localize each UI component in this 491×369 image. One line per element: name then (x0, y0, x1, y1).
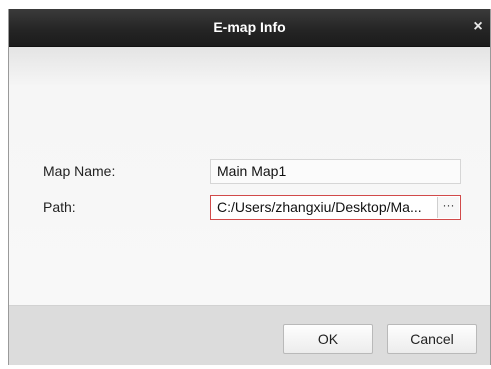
map-name-input[interactable]: Main Map1 (210, 159, 461, 184)
path-value: C:/Users/zhangxiu/Desktop/Ma... (217, 199, 422, 215)
dialog-title: E-map Info (213, 19, 286, 35)
path-label: Path: (43, 199, 76, 215)
close-icon[interactable]: × (470, 18, 486, 36)
dialog-body: Map Name: Main Map1 Path: C:/Users/zhang… (9, 47, 490, 305)
cancel-button[interactable]: Cancel (387, 324, 477, 354)
map-name-label: Map Name: (43, 163, 116, 179)
ok-button[interactable]: OK (283, 324, 373, 354)
path-input[interactable]: C:/Users/zhangxiu/Desktop/Ma... ··· (210, 195, 461, 220)
dialog-titlebar[interactable]: E-map Info × (9, 9, 490, 47)
emap-info-dialog: E-map Info × Map Name: Main Map1 Path: C… (8, 9, 491, 365)
browse-button[interactable]: ··· (437, 197, 459, 218)
dialog-footer: OK Cancel (9, 305, 490, 365)
